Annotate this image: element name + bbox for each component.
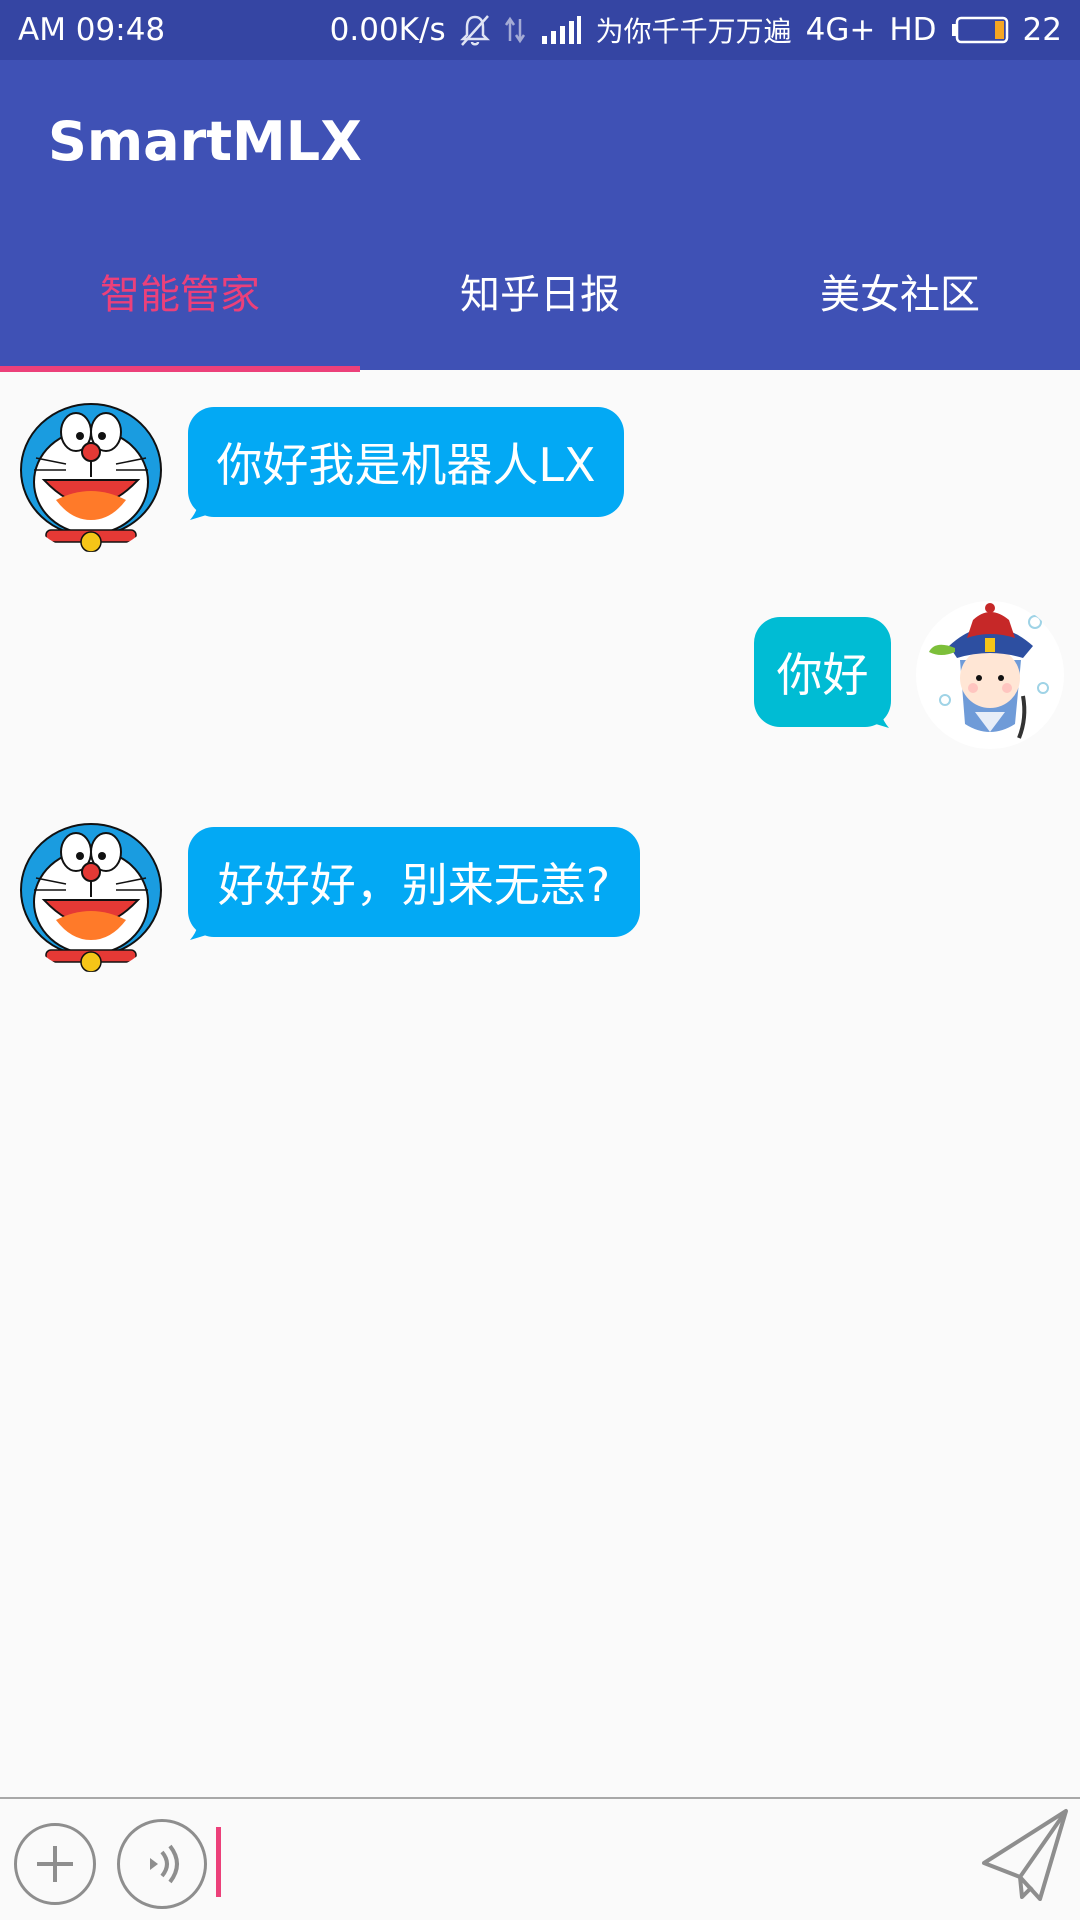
robot-avatar: [16, 822, 166, 972]
user-avatar: [915, 600, 1065, 750]
network-type: 4G+: [805, 12, 876, 48]
chat-bubble-bot: 好好好，别来无恙?: [188, 827, 640, 937]
status-time: AM 09:48: [18, 12, 166, 48]
message-input[interactable]: [210, 1819, 970, 1905]
tab-bar: 智能管家 知乎日报 美女社区: [0, 240, 1080, 370]
hd-indicator: HD: [889, 12, 937, 48]
battery-level: 22: [1022, 12, 1062, 48]
doraemon-icon: [19, 402, 163, 552]
voice-button[interactable]: [117, 1819, 207, 1909]
tab-indicator: [0, 366, 360, 372]
voice-icon: [150, 1844, 179, 1884]
plus-icon: [37, 1846, 73, 1882]
input-bar: [0, 1797, 1080, 1920]
doraemon-icon: [19, 822, 163, 972]
chat-bubble-bot: 你好我是机器人LX: [188, 407, 624, 517]
data-arrows-icon: [504, 16, 525, 44]
app-title: SmartMLX: [48, 110, 362, 173]
qing-official-icon: [916, 601, 1064, 749]
status-bar: AM 09:48 0.00K/s 为你千千万万遍 4G+ HD 22: [0, 0, 1080, 60]
add-button[interactable]: [14, 1823, 96, 1905]
send-icon[interactable]: [980, 1807, 1070, 1907]
carrier-name: 为你千千万万遍: [595, 15, 792, 48]
battery-icon: [951, 16, 1008, 44]
app-bar: SmartMLX 智能管家 知乎日报 美女社区: [0, 60, 1080, 370]
chat-bubble-user: 你好: [754, 617, 891, 727]
network-speed: 0.00K/s: [329, 12, 446, 48]
tab-beauty-community[interactable]: 美女社区: [720, 240, 1080, 370]
signal-icon: [541, 16, 581, 44]
text-cursor: [216, 1827, 221, 1897]
bell-off-icon: [459, 15, 490, 46]
robot-avatar: [16, 402, 166, 552]
tab-smart-butler[interactable]: 智能管家: [0, 240, 360, 370]
tab-zhihu-daily[interactable]: 知乎日报: [360, 240, 720, 370]
